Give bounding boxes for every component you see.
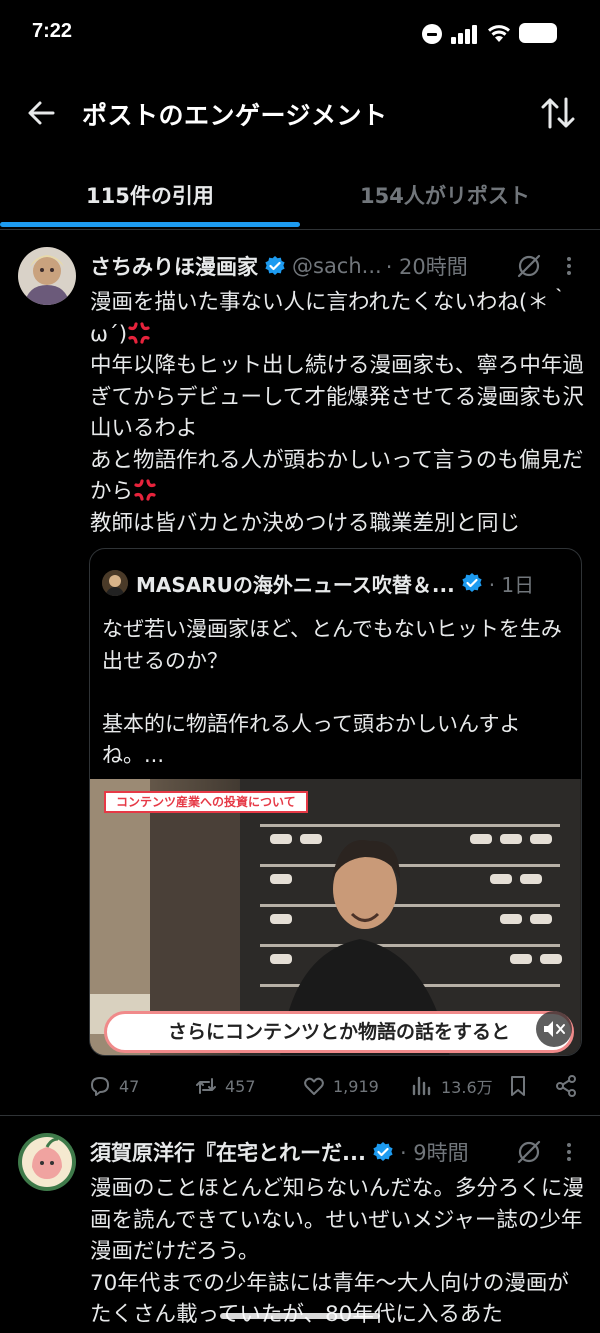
verified-icon bbox=[373, 1142, 393, 1161]
post-text: 漫画のことほとんど知らないんだな。多分ろくに漫画を読んできていない。せいぜいメジ… bbox=[90, 1173, 586, 1331]
grok-icon[interactable] bbox=[516, 1139, 542, 1165]
avatar[interactable] bbox=[18, 1133, 76, 1191]
post-time[interactable]: · 9時間 bbox=[400, 1137, 469, 1167]
post-text-line: 70年代までの少年誌には青年〜大人向けの漫画がたくさん載っていたが、80年代に入… bbox=[90, 1270, 569, 1328]
author-name[interactable]: 須賀原洋行『在宅とれーだ... bbox=[90, 1137, 366, 1167]
post-header: 須賀原洋行『在宅とれーだ... · 9時間 bbox=[90, 1137, 469, 1167]
quote-post[interactable]: 須賀原洋行『在宅とれーだ... · 9時間 漫画のことほとんど知らないんだな。多… bbox=[0, 0, 600, 1333]
home-indicator[interactable] bbox=[220, 1313, 380, 1319]
post-text-line: 漫画のことほとんど知らないんだな。多分ろくに漫画を読んできていない。せいぜいメジ… bbox=[90, 1176, 584, 1264]
more-icon[interactable] bbox=[566, 1143, 572, 1165]
